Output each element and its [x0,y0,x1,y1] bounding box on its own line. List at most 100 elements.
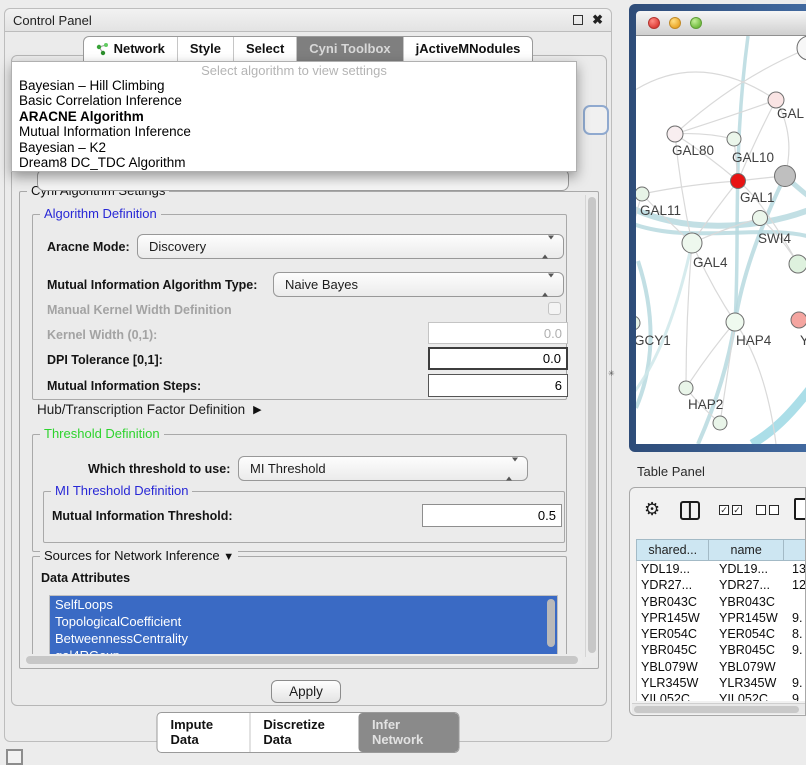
attribute-item-betweennesscentrality[interactable]: BetweennessCentrality [50,630,557,647]
sources-title: Sources for Network Inference ▼ [40,548,238,563]
network-node-hap4[interactable] [726,313,744,331]
network-edge[interactable] [636,243,692,396]
table-row[interactable]: YPR145WYPR145W9. [637,610,806,626]
select-all-checks-icon[interactable]: ✓✓ [719,505,742,515]
unchecked-box-icon [769,505,779,515]
network-node-gal11[interactable] [636,187,649,201]
table-cell: YPR145W [710,610,784,626]
network-edge[interactable] [738,100,776,181]
network-node-gal4[interactable] [682,233,702,253]
network-node-hap2[interactable] [679,381,693,395]
aracne-mode-select[interactable]: Discovery [137,234,564,259]
network-node-gcy1[interactable] [636,316,640,330]
network-edge[interactable] [675,134,734,139]
columns-icon[interactable] [680,501,700,520]
function-builder-icon[interactable] [794,498,806,520]
attributes-scrollbar[interactable] [545,597,556,659]
attribute-item-topologicalcoefficient[interactable]: TopologicalCoefficient [50,613,557,630]
manual-kernel-checkbox[interactable] [548,302,561,315]
network-node-label: SWI4 [758,231,791,246]
table-horizontal-scrollbar[interactable] [632,703,805,714]
algorithm-option-bayesian-k2[interactable]: Bayesian – K2 [12,140,576,155]
network-node[interactable] [789,255,806,273]
algorithm-option-basic-correlation-inference[interactable]: Basic Correlation Inference [12,93,576,108]
table-row[interactable]: YLR345WYLR345W9. [637,675,806,691]
table-cell: YER054C [710,626,784,642]
close-window-icon[interactable] [648,17,660,29]
deselect-all-checks-icon[interactable] [756,505,779,515]
table-cell: YDR27... [637,577,710,593]
algorithm-option-dream8-dc-tdc-algorithm[interactable]: Dream8 DC_TDC Algorithm [12,155,576,170]
mi-steps-field[interactable] [428,374,568,397]
network-node-gal80[interactable] [667,126,683,142]
gear-icon[interactable]: ⚙ [644,499,660,520]
algorithm-option-aracne-algorithm[interactable]: ARACNE Algorithm [12,109,576,124]
table-row[interactable]: YBR045CYBR045C9. [637,642,806,658]
apply-button[interactable]: Apply [271,680,341,703]
bottom-tab-discretize-data[interactable]: Discretize Data [249,713,359,752]
network-node[interactable] [713,416,727,430]
network-window-titlebar[interactable] [636,11,806,36]
hub-definition-toggle[interactable]: Hub/Transcription Factor Definition ▶ [37,402,262,417]
collapse-arrow-icon[interactable]: ▼ [223,551,234,563]
close-panel-icon[interactable]: ✖ [592,15,603,25]
algorithm-option-bayesian-hill-climbing[interactable]: Bayesian – Hill Climbing [12,78,576,93]
bottom-tab-infer-network[interactable]: Infer Network [359,713,459,752]
table-row[interactable]: YIL052CYIL052C9 [637,691,806,701]
tab-cyni-toolbox[interactable]: Cyni Toolbox [296,37,402,61]
algorithm-option-mutual-information-inference[interactable]: Mutual Information Inference [12,124,576,139]
which-threshold-select[interactable]: MI Threshold [238,456,528,481]
control-panel-tabbar: Network StyleSelect Cyni Toolbox jActiveMNo… [5,36,611,61]
zoom-window-icon[interactable] [690,17,702,29]
minimize-window-icon[interactable] [669,17,681,29]
table-row[interactable]: YBR043CYBR043C [637,594,806,610]
settings-vertical-scrollbar[interactable] [585,195,597,657]
kernel-width-field[interactable] [428,322,568,344]
hub-definition-label: Hub/Transcription Factor Definition [37,402,245,417]
settings-horizontal-scrollbar[interactable] [24,654,582,665]
float-panel-icon[interactable] [573,15,583,25]
algorithm-definition-title: Algorithm Definition [40,206,161,221]
network-node-gal10[interactable] [727,132,741,146]
network-edge[interactable] [636,72,776,100]
table-row[interactable]: YDL19...YDL19...13 [637,561,806,577]
tab-label: Network [114,41,165,56]
bottom-tab-impute-data[interactable]: Impute Data [158,713,250,752]
network-node-swi4[interactable] [753,211,768,226]
column-header-shared[interactable]: shared... [636,539,709,561]
network-node-gal1[interactable] [731,174,746,189]
table-row[interactable]: YDR27...YDR27...12 [637,577,806,593]
table-row[interactable]: YBL079WYBL079W [637,659,806,675]
network-node-y[interactable] [791,312,806,328]
control-panel-window: Control Panel ✖ Network StyleSelect Cyni T… [4,8,612,742]
network-node-label: HAP2 [688,397,723,412]
network-node-label: GCY1 [636,333,671,348]
dpi-tolerance-field[interactable] [428,347,568,370]
tab-style[interactable]: Style [177,37,233,61]
mi-threshold-field[interactable] [422,504,562,527]
network-node-label: GAL [777,106,805,121]
mi-threshold-label: Mutual Information Threshold: [52,509,233,523]
tab-label: Cyni Toolbox [309,41,390,56]
table-cell: YBR043C [637,594,710,610]
mi-algorithm-type-select[interactable]: Naive Bayes [273,272,564,297]
network-node[interactable] [775,166,796,187]
control-panel-title: Control Panel [13,13,92,28]
tab-jactivemnodules[interactable]: jActiveMNodules [403,37,533,61]
table-row[interactable]: YER054CYER054C8. [637,626,806,642]
tab-select[interactable]: Select [233,37,296,61]
network-node-label: HAP4 [736,333,772,348]
column-header-partial[interactable] [784,539,806,561]
attribute-item-selfloops[interactable]: SelfLoops [50,596,557,613]
table-cell: 9. [784,610,806,626]
network-edge[interactable] [752,384,806,444]
network-node[interactable] [797,36,806,60]
algorithm-definition-group: Algorithm Definition Aracne Mode: Discov… [32,214,567,400]
table-cell: 9. [784,642,806,658]
table-cell: YBL079W [637,659,710,675]
column-header-name[interactable]: name [709,539,783,561]
tab-network[interactable]: Network [84,37,177,61]
panel-corner-icon[interactable] [6,749,23,765]
network-canvas[interactable]: GALGAL80GAL10GAL1GAL11SWI4GAL4GCY1HAP4YH… [636,36,806,444]
network-edge[interactable] [642,181,738,194]
